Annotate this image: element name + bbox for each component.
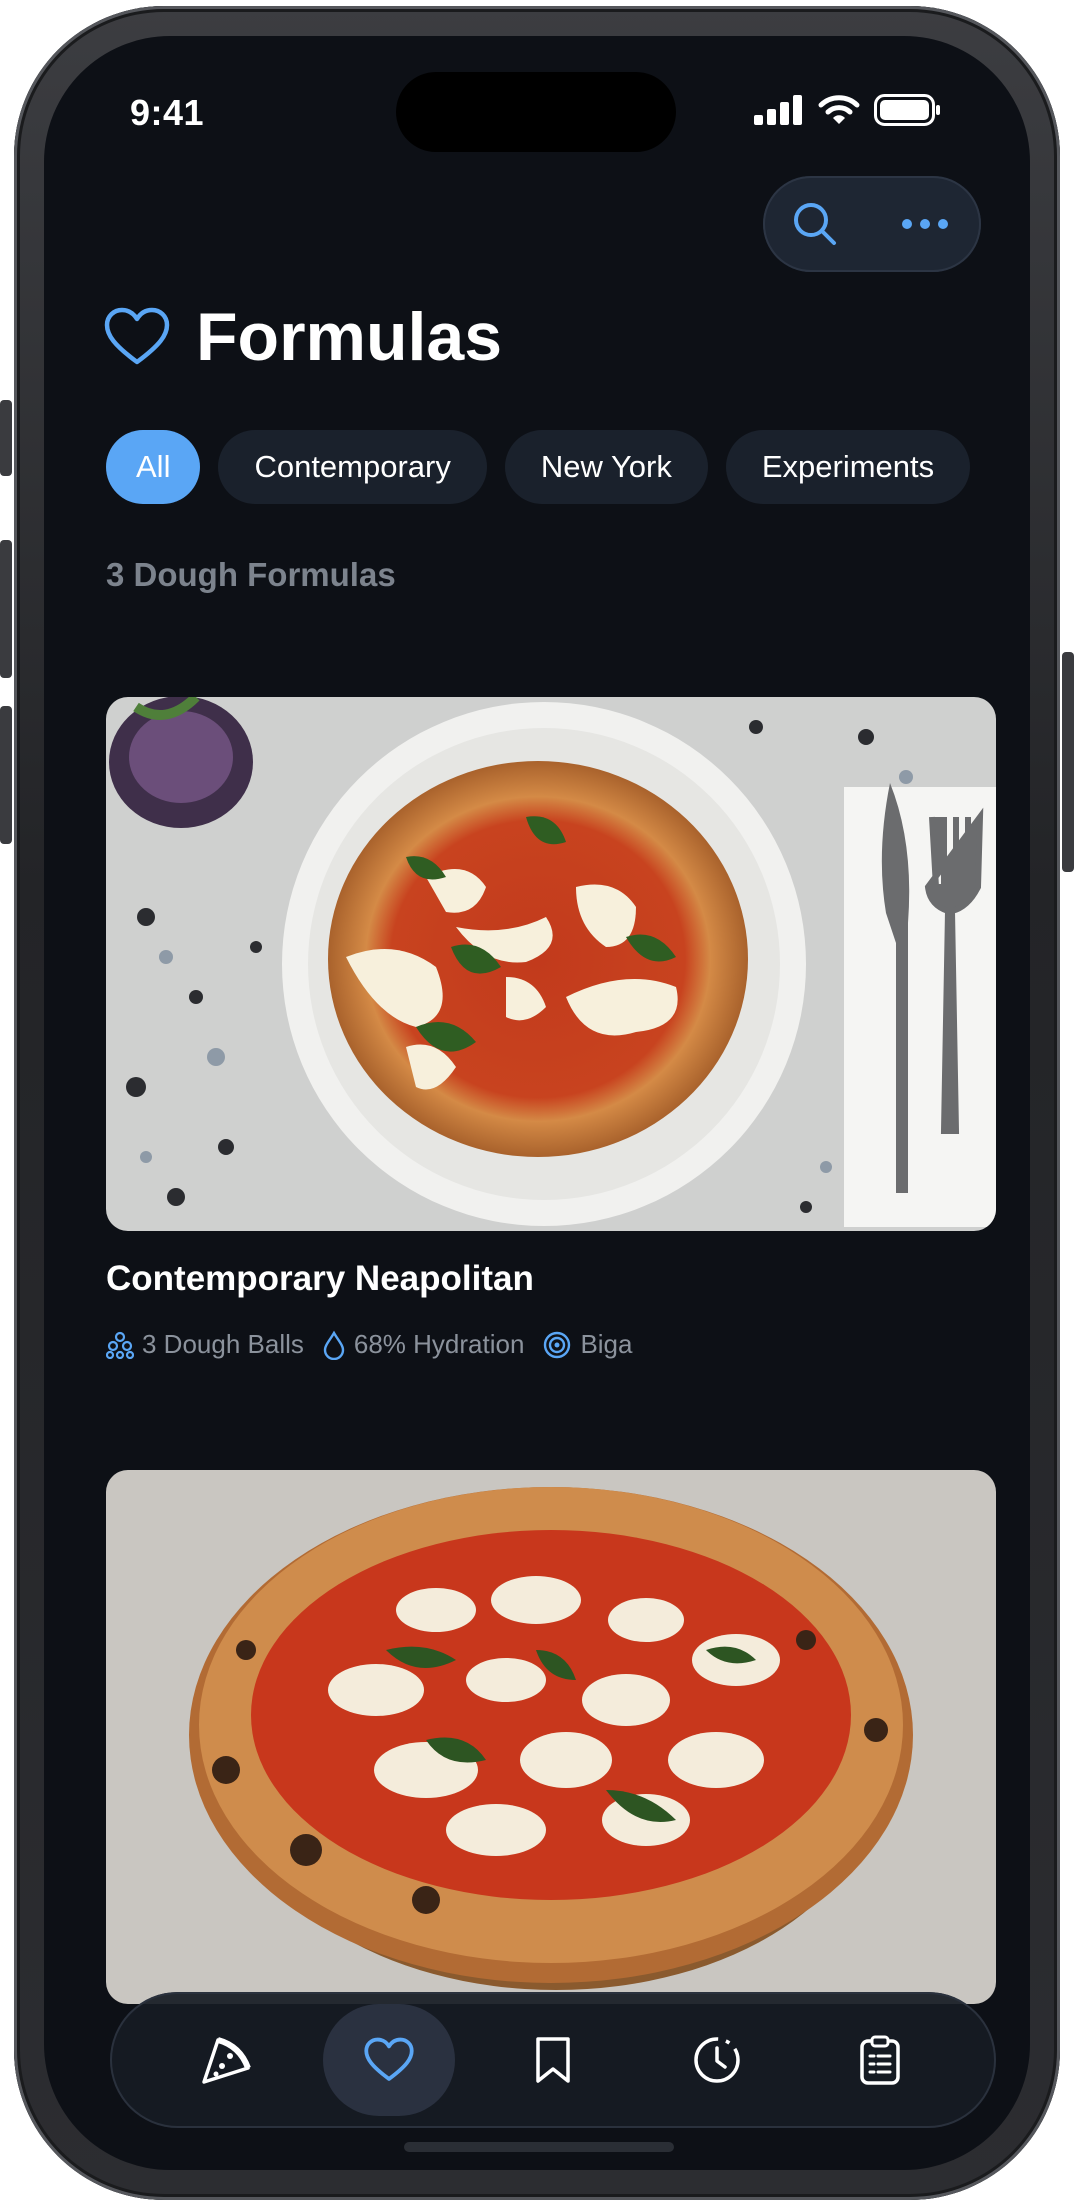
filter-chip-all[interactable]: All: [106, 430, 201, 504]
tab-formulas[interactable]: [323, 2004, 456, 2116]
page-title: Formulas: [196, 299, 503, 375]
pizza-photo: [106, 1470, 996, 2004]
home-indicator[interactable]: [404, 2142, 674, 2152]
meta-hydration: 68% Hydration: [322, 1329, 525, 1360]
pizza-image: [106, 1470, 996, 2004]
card-title: Contemporary Neapolitan: [106, 1259, 534, 1298]
more-button[interactable]: [897, 196, 953, 252]
volume-up-button: [0, 540, 12, 678]
water-drop-icon: [323, 1330, 345, 1360]
history-icon: [693, 2037, 740, 2083]
target-icon: [544, 1331, 571, 1358]
dough-balls-icon: [106, 1331, 134, 1359]
pizza-photo: [106, 697, 996, 1231]
meta-preferment-label: Biga: [580, 1329, 633, 1359]
action-button: [0, 400, 12, 476]
filter-chips: All Contemporary New York Experiments: [106, 430, 971, 504]
wifi-icon: [818, 95, 860, 124]
tab-history[interactable]: [651, 2004, 783, 2116]
tab-notes[interactable]: [814, 2004, 946, 2116]
top-actions-pill: [763, 176, 981, 272]
bookmark-icon: [536, 2037, 570, 2083]
meta-preferment: Biga: [542, 1329, 632, 1360]
app-screen: 9:41 Formulas All Contemporary New York …: [44, 36, 1030, 2170]
clipboard-icon: [860, 2035, 900, 2085]
heart-icon: [364, 2037, 415, 2081]
status-icons: [754, 94, 942, 126]
formula-card[interactable]: Contemporary Neapolitan 3 Dough Balls 68…: [106, 697, 996, 1360]
search-icon: [794, 203, 836, 245]
more-icon: [902, 219, 948, 229]
power-button: [1062, 652, 1074, 872]
search-button[interactable]: [787, 196, 843, 252]
page-header: Formulas: [104, 298, 502, 376]
pizza-slice-icon: [202, 2037, 251, 2084]
volume-down-button: [0, 706, 12, 844]
cellular-signal-icon: [754, 95, 802, 125]
filter-chip-new-york[interactable]: New York: [504, 430, 708, 504]
formula-count: 3 Dough Formulas: [106, 556, 396, 593]
phone-frame: 9:41 Formulas All Contemporary New York …: [0, 6, 1074, 2200]
meta-hydration-label: 68% Hydration: [353, 1329, 525, 1359]
tab-bar: [110, 1992, 996, 2128]
filter-chip-experiments[interactable]: Experiments: [725, 430, 971, 504]
card-meta: 3 Dough Balls 68% Hydration Biga: [106, 1329, 996, 1360]
tab-calculator[interactable]: [160, 2004, 292, 2116]
heart-icon: [104, 307, 170, 365]
formula-card[interactable]: [106, 1470, 996, 2032]
meta-dough-balls-label: 3 Dough Balls: [142, 1329, 304, 1359]
dynamic-island: [396, 72, 676, 152]
tab-saved[interactable]: [487, 2004, 619, 2116]
meta-dough-balls: 3 Dough Balls: [106, 1329, 304, 1360]
battery-icon: [874, 94, 940, 126]
pizza-image: [106, 697, 996, 1231]
status-time: 9:41: [130, 92, 205, 133]
filter-chip-contemporary[interactable]: Contemporary: [218, 430, 487, 504]
